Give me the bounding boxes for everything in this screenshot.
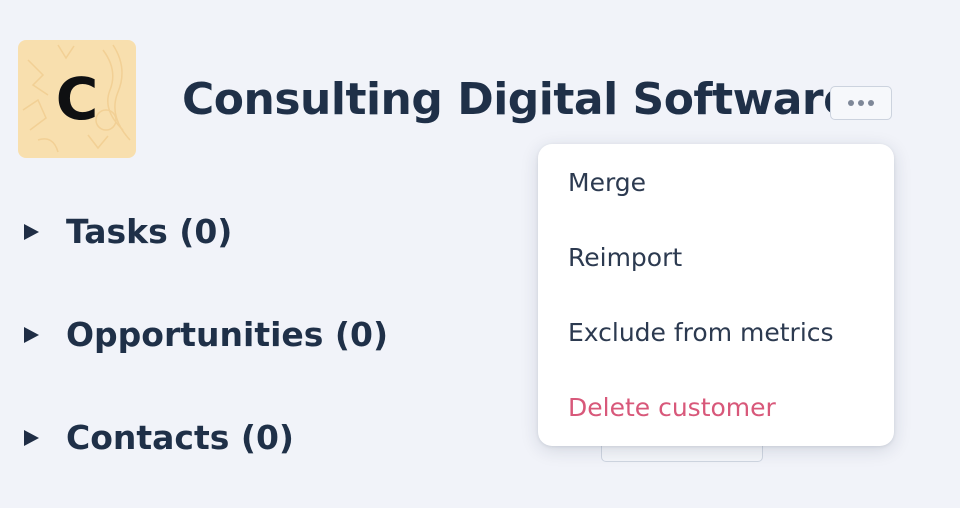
ellipsis-icon (858, 100, 864, 106)
caret-right-icon (24, 326, 39, 343)
avatar-letter: C (55, 65, 99, 133)
page-title: Consulting Digital Software (182, 74, 853, 125)
section-contacts-label: Contacts (0) (66, 418, 295, 457)
menu-item-merge[interactable]: Merge (538, 163, 894, 238)
caret-right-icon (24, 429, 39, 446)
section-tasks-label: Tasks (0) (66, 212, 233, 251)
more-options-menu: Merge Reimport Exclude from metrics Dele… (538, 144, 894, 446)
section-opportunities-toggle[interactable]: Opportunities (0) (24, 315, 388, 354)
menu-item-delete-customer[interactable]: Delete customer (538, 388, 894, 463)
customer-avatar: C (18, 40, 136, 158)
section-tasks-toggle[interactable]: Tasks (0) (24, 212, 232, 251)
more-options-button[interactable] (830, 86, 892, 120)
section-opportunities-label: Opportunities (0) (66, 315, 389, 354)
menu-item-exclude-from-metrics[interactable]: Exclude from metrics (538, 313, 894, 388)
caret-right-icon (24, 223, 39, 240)
menu-item-reimport[interactable]: Reimport (538, 238, 894, 313)
ellipsis-icon (868, 100, 874, 106)
ellipsis-icon (848, 100, 854, 106)
section-contacts-toggle[interactable]: Contacts (0) (24, 418, 294, 457)
